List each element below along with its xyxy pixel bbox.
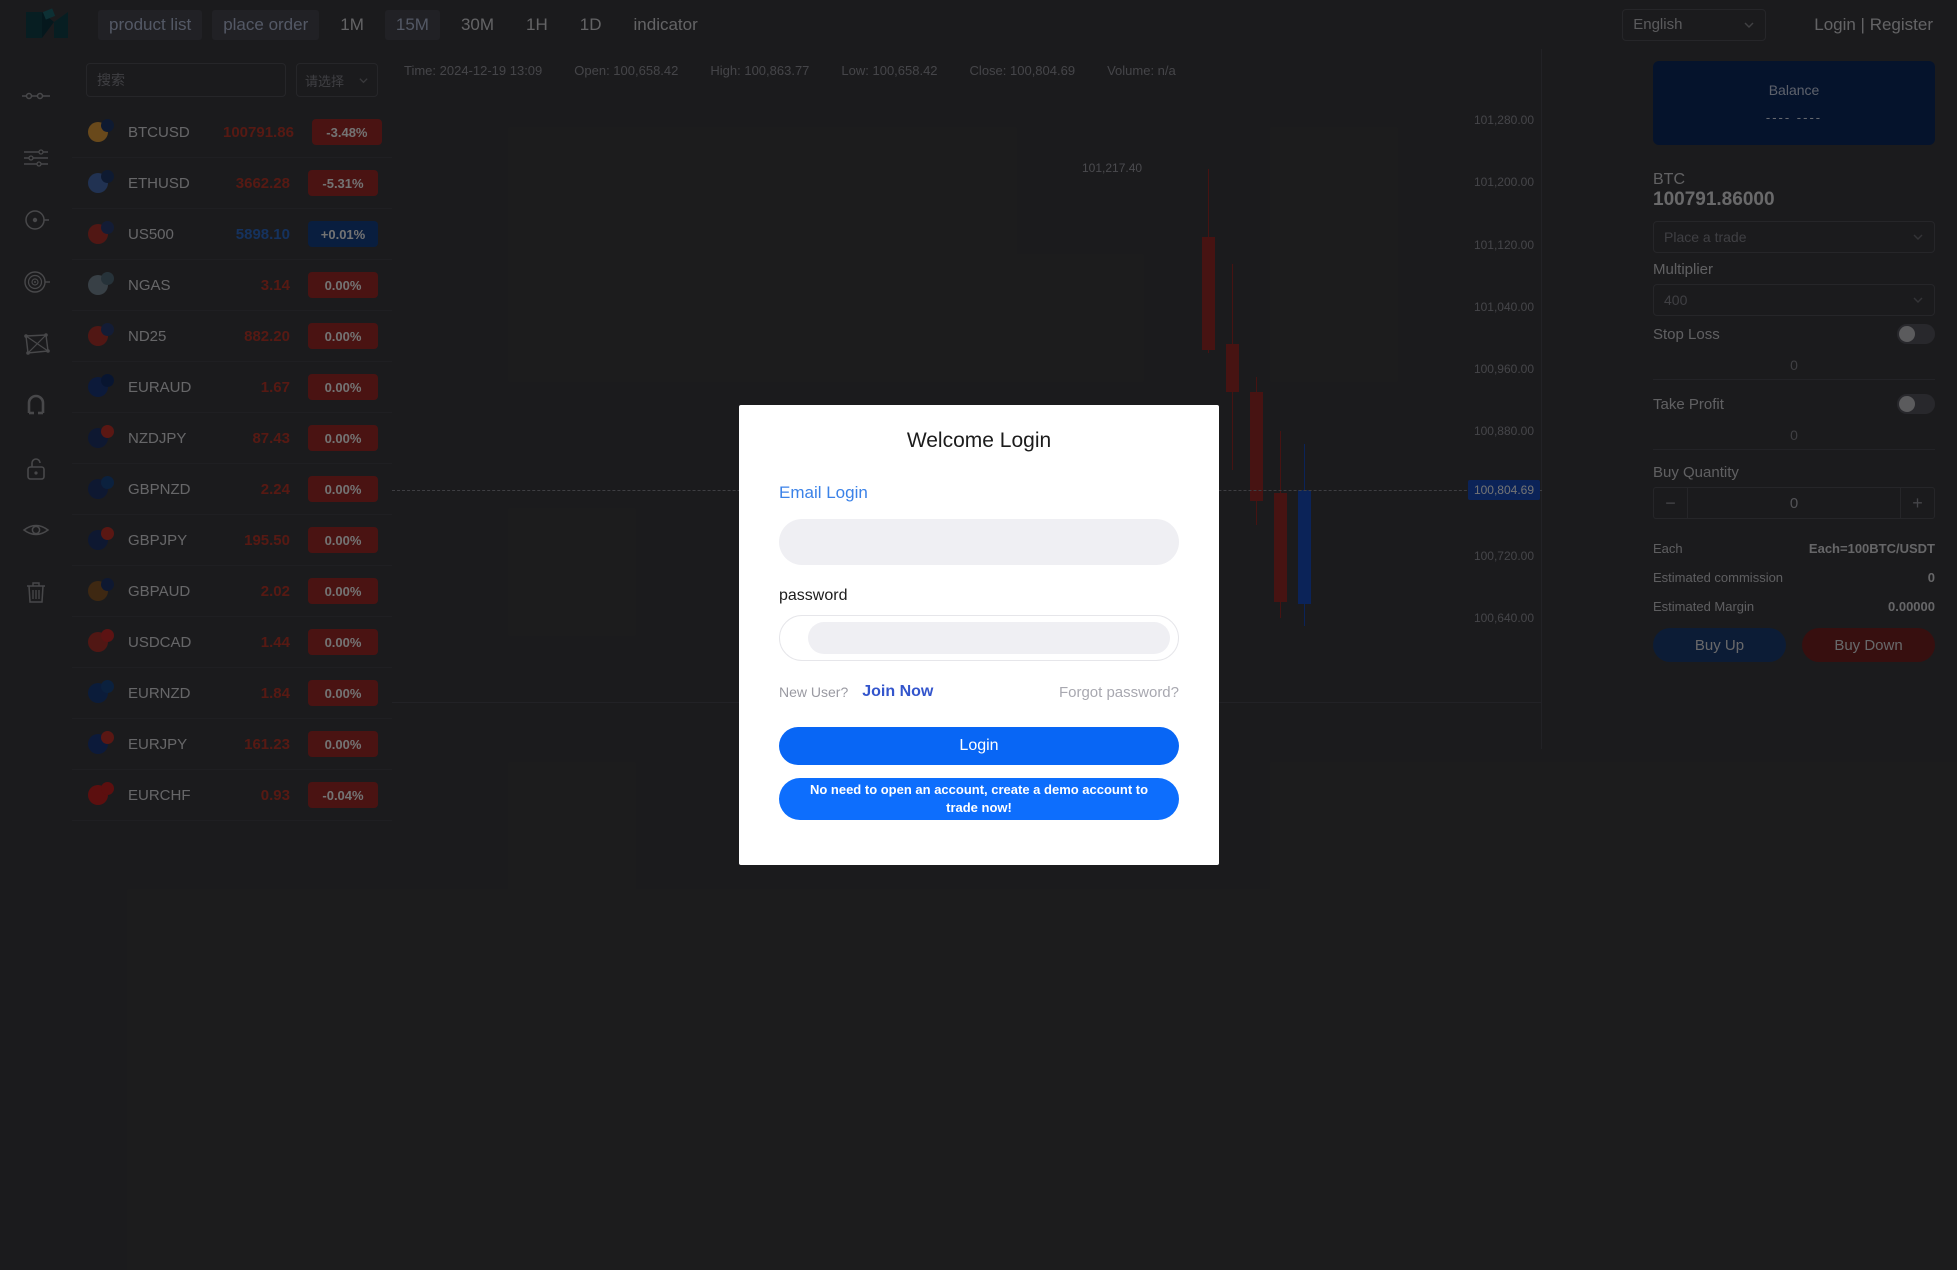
login-button[interactable]: Login: [779, 727, 1179, 765]
forgot-password-link[interactable]: Forgot password?: [1059, 684, 1179, 701]
password-field-inner: [808, 622, 1170, 654]
modal-title: Welcome Login: [906, 429, 1052, 452]
password-label: password: [779, 587, 848, 604]
join-now-link[interactable]: Join Now: [862, 683, 933, 701]
demo-account-button[interactable]: No need to open an account, create a dem…: [779, 778, 1179, 820]
login-modal: Welcome Login Email Login password New U…: [739, 405, 1219, 865]
tab-email-login[interactable]: Email Login: [779, 483, 1179, 503]
modal-helper-row: New User? Join Now Forgot password?: [779, 683, 1179, 701]
new-user-label: New User?: [779, 684, 849, 700]
email-field[interactable]: [779, 519, 1179, 565]
password-field[interactable]: [779, 615, 1179, 661]
